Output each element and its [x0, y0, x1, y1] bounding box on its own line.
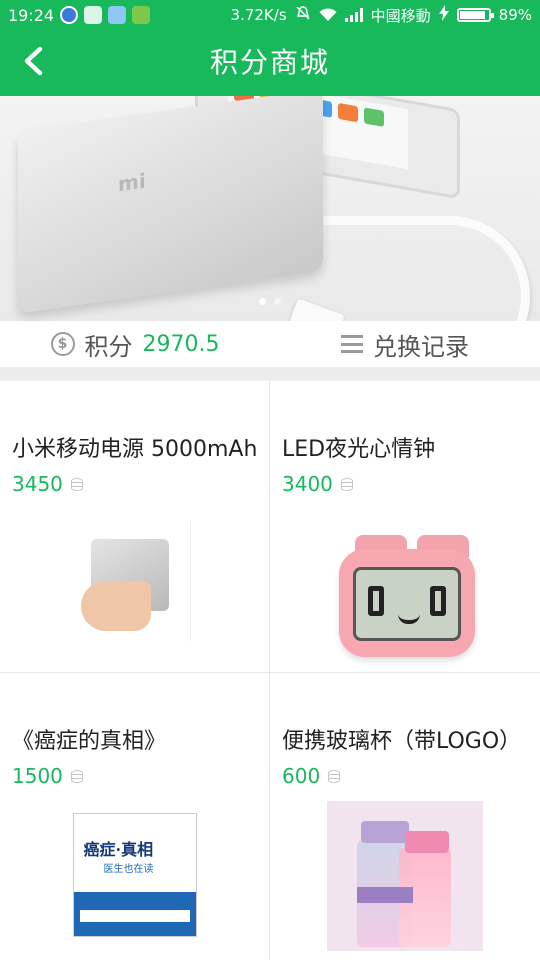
price-value: 1500: [12, 764, 63, 788]
product-price: 600: [282, 764, 341, 788]
product-card[interactable]: 《癌症的真相》 1500 癌症·真相 医生也在读: [0, 673, 270, 960]
weather-icon: [108, 6, 127, 24]
carousel-indicator: [0, 298, 540, 305]
points-balance: $ 积分 2970.5: [0, 321, 270, 367]
page-title: 积分商城: [209, 46, 330, 79]
banner-cable-graphic: [300, 216, 530, 321]
sim-icon: [84, 6, 103, 24]
price-value: 600: [282, 764, 321, 788]
coin-stack-icon: [340, 477, 353, 491]
book-cover-title: 癌症·真相: [83, 840, 154, 859]
mute-icon: [295, 5, 311, 25]
product-price: 3400: [282, 472, 353, 496]
product-price: 1500: [12, 764, 83, 788]
battery-percent: 89%: [498, 6, 532, 24]
mi-logo-icon: mi: [118, 168, 146, 197]
product-title: LED夜光心情钟: [282, 437, 436, 462]
product-card[interactable]: LED夜光心情钟 3400: [270, 381, 540, 673]
charging-icon: [438, 5, 449, 25]
status-time: 19:24: [8, 5, 55, 25]
price-value: 3450: [12, 472, 63, 496]
book-cover-subtitle: 医生也在读: [103, 864, 154, 875]
banner-power-bank-graphic: mi: [18, 96, 323, 314]
status-bar: 19:24 3.72K/s 中國移動 89%: [0, 0, 540, 30]
coin-stack-icon: [328, 769, 341, 783]
product-price: 3450: [12, 472, 83, 496]
product-card[interactable]: 小米移动电源 5000mAh 3450: [0, 381, 270, 673]
book-cover-image: 癌症·真相 医生也在读: [72, 813, 197, 937]
coin-stack-icon: [70, 477, 83, 491]
product-title: 小米移动电源 5000mAh: [12, 437, 258, 462]
product-title: 便携玻璃杯（带LOGO）: [282, 729, 522, 754]
product-card[interactable]: 便携玻璃杯（带LOGO） 600: [270, 673, 540, 960]
exchange-records-button[interactable]: 兑换记录: [270, 321, 540, 367]
points-label: 积分: [84, 332, 133, 361]
product-title: 《癌症的真相》: [12, 729, 167, 754]
price-value: 3400: [282, 472, 333, 496]
exchange-records-label: 兑换记录: [373, 332, 469, 361]
coin-stack-icon: [70, 769, 83, 783]
coin-icon: $: [50, 332, 75, 356]
glass-bottles-image: [327, 801, 483, 951]
points-bar: $ 积分 2970.5 兑换记录: [0, 321, 540, 367]
k-app-icon: [60, 6, 79, 24]
android-icon: [132, 6, 151, 24]
banner-carousel[interactable]: mi: [0, 96, 540, 321]
product-grid: 小米移动电源 5000mAh 3450 LED夜光心情钟 3400 《癌症的真相…: [0, 381, 540, 960]
carousel-dot: [274, 298, 281, 305]
power-bank-image: [78, 521, 191, 641]
mood-clock-image: [325, 531, 485, 666]
list-icon: [341, 335, 363, 353]
wifi-icon: [319, 8, 337, 22]
network-speed: 3.72K/s: [230, 6, 287, 24]
signal-icon: [344, 8, 363, 22]
carousel-dot-active: [259, 298, 266, 305]
carrier-name: 中國移動: [370, 6, 431, 25]
points-value: 2970.5: [142, 331, 220, 357]
app-header: 积分商城: [0, 30, 540, 96]
battery-icon: [456, 8, 494, 22]
